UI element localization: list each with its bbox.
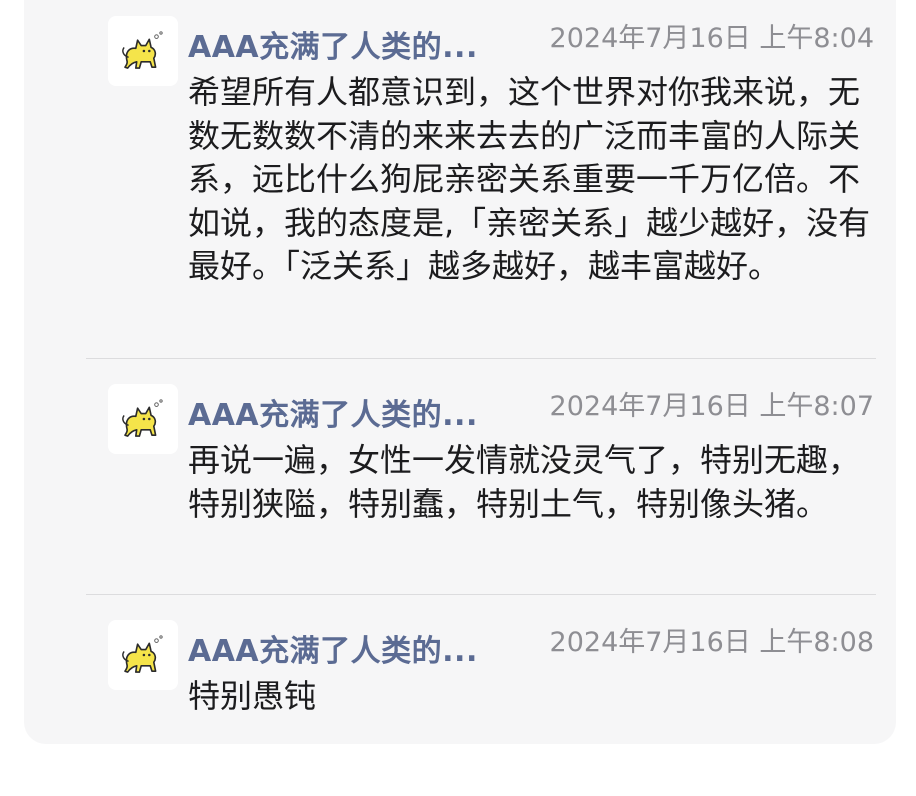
divider [86,358,876,359]
message-thread-card: AAA充满了人类的... 2024年7月16日 上午8:04 希望所有人都意识到… [24,0,896,744]
avatar[interactable] [108,16,178,86]
avatar[interactable] [108,620,178,690]
timestamp: 2024年7月16日 上午8:08 [549,627,874,658]
message-text: 特别愚钝 [188,677,317,715]
timestamp: 2024年7月16日 上午8:07 [549,391,874,422]
divider [86,594,876,595]
message-text: 再说一遍，女性一发情就没灵气了，特别无趣，特别狭隘，特别蠢，特别土气，特别像头猪… [188,441,861,523]
yellow-cat-icon [122,31,163,69]
sender-name[interactable]: AAA充满了人类的... [188,390,478,434]
yellow-cat-icon [122,399,163,437]
message-text: 希望所有人都意识到，这个世界对你我来说，无数无数数不清的来来去去的广泛而丰富的人… [188,73,871,285]
timestamp: 2024年7月16日 上午8:04 [549,23,874,54]
sender-name[interactable]: AAA充满了人类的... [188,22,478,66]
sender-name[interactable]: AAA充满了人类的... [188,626,478,670]
avatar[interactable] [108,384,178,454]
yellow-cat-icon [122,635,163,673]
